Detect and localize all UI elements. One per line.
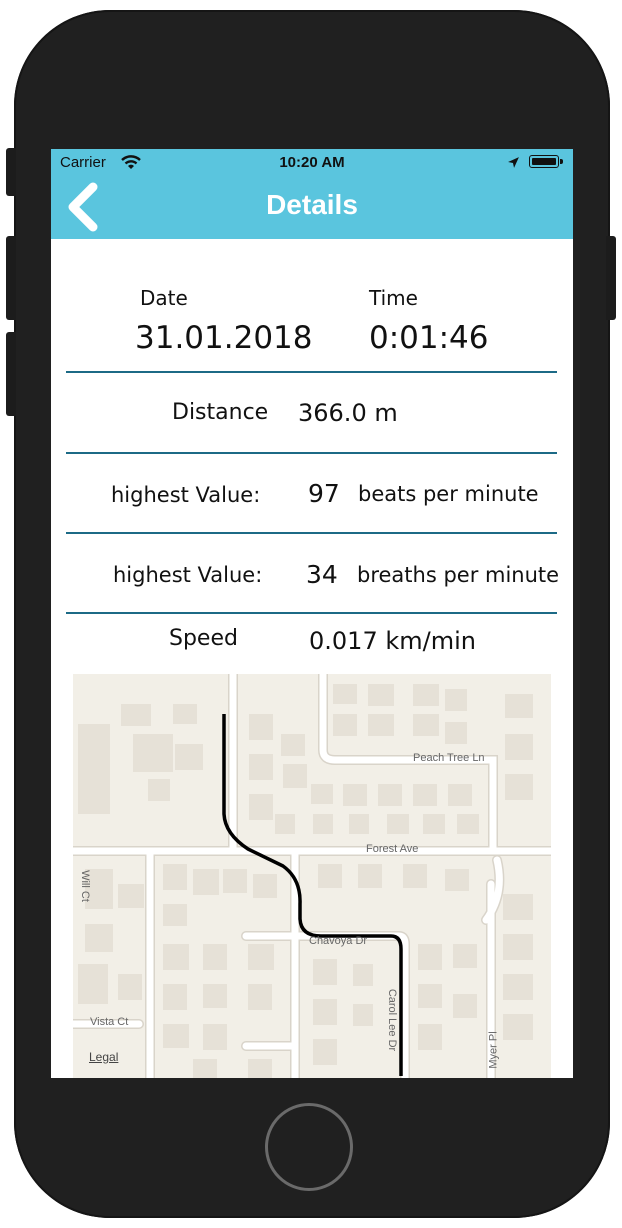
street-label-peach-tree-ln: Peach Tree Ln — [413, 752, 485, 764]
power-button — [606, 236, 616, 320]
volume-down-button — [6, 332, 16, 416]
heart-rate-value: 97 — [308, 479, 340, 508]
status-bar: Carrier 10:20 AM — [51, 149, 573, 177]
map-canvas — [73, 674, 551, 1078]
separator — [66, 452, 557, 454]
time-label: Time — [369, 286, 418, 310]
battery-icon — [529, 155, 563, 168]
street-label-will-ct: Will Ct — [78, 870, 91, 902]
status-time: 10:20 AM — [279, 154, 345, 171]
distance-label: Distance — [172, 400, 269, 425]
home-button[interactable] — [265, 1103, 353, 1191]
separator — [66, 532, 557, 534]
separator — [66, 612, 557, 614]
nav-bar: Details — [51, 177, 573, 239]
time-value: 0:01:46 — [369, 320, 489, 356]
street-label-carol-lee-dr: Carol Lee Dr — [386, 988, 399, 1052]
date-value: 31.01.2018 — [135, 320, 313, 356]
speed-value: 0.017 km/min — [309, 627, 476, 655]
mute-switch — [6, 148, 16, 196]
screen: Carrier 10:20 AM Details Date 31.01.2018… — [51, 149, 573, 1078]
heart-rate-label: highest Value: — [111, 483, 261, 507]
breath-rate-value: 34 — [306, 560, 338, 589]
street-label-myer-pl: Myer Pl — [487, 1031, 500, 1069]
street-label-chavoya-dr: Chavoya Dr — [309, 935, 368, 947]
separator — [66, 371, 557, 373]
street-label-forest-ave: Forest Ave — [366, 843, 419, 855]
page-title: Details — [266, 189, 358, 220]
date-label: Date — [140, 286, 188, 310]
breath-rate-unit: breaths per minute — [357, 563, 560, 587]
volume-up-button — [6, 236, 16, 320]
distance-value: 366.0 m — [298, 399, 398, 427]
heart-rate-unit: beats per minute — [358, 482, 539, 506]
breath-rate-label: highest Value: — [113, 563, 263, 587]
street-label-vista-ct: Vista Ct — [90, 1016, 129, 1028]
speed-label: Speed — [169, 626, 238, 651]
legal-link[interactable]: Legal — [89, 1050, 118, 1064]
location-arrow-icon — [508, 157, 519, 168]
route-map[interactable]: Peach Tree Ln Forest Ave Chavoya Dr Caro… — [73, 674, 551, 1078]
